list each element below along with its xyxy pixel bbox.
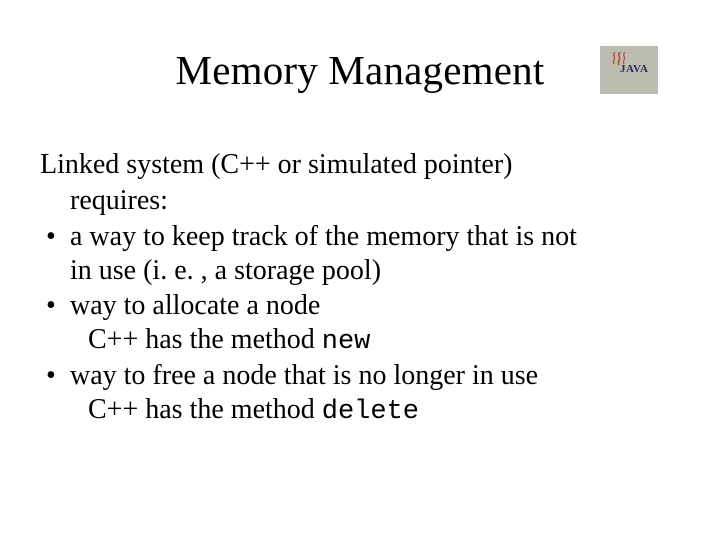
bullet-line: a way to keep track of the memory that i… xyxy=(70,221,577,252)
java-logo: JAVA xyxy=(600,46,658,94)
sub-prefix: C++ has the method xyxy=(88,324,322,355)
bullet-subline: C++ has the method delete xyxy=(88,393,680,429)
bullet-text: a way to keep track of the memory that i… xyxy=(70,220,680,288)
intro-line-2: requires: xyxy=(70,184,680,218)
bullet-text: way to allocate a node xyxy=(70,289,680,323)
bullet-text: way to free a node that is no longer in … xyxy=(70,359,680,393)
bullet-line: way to allocate a node xyxy=(70,290,320,321)
bullet-item: • a way to keep track of the memory that… xyxy=(40,220,680,288)
intro-line-1: Linked system (C++ or simulated pointer) xyxy=(40,148,680,182)
keyword-new: new xyxy=(322,327,371,357)
slide-body: Linked system (C++ or simulated pointer)… xyxy=(40,148,680,429)
bullet-marker: • xyxy=(40,289,70,323)
java-logo-inner: JAVA xyxy=(605,50,653,90)
bullet-line: way to free a node that is no longer in … xyxy=(70,360,538,391)
keyword-delete: delete xyxy=(322,397,419,427)
bullet-item: • way to free a node that is no longer i… xyxy=(40,359,680,393)
sub-prefix: C++ has the method xyxy=(88,394,322,425)
bullet-subline: C++ has the method new xyxy=(88,323,680,359)
bullet-item: • way to allocate a node xyxy=(40,289,680,323)
slide: Memory Management JAVA Linked system (C+… xyxy=(0,0,720,540)
bullet-marker: • xyxy=(40,359,70,393)
bullet-marker: • xyxy=(40,220,70,254)
bullet-line: in use (i. e. , a storage pool) xyxy=(70,255,381,286)
java-logo-text: JAVA xyxy=(620,63,649,75)
